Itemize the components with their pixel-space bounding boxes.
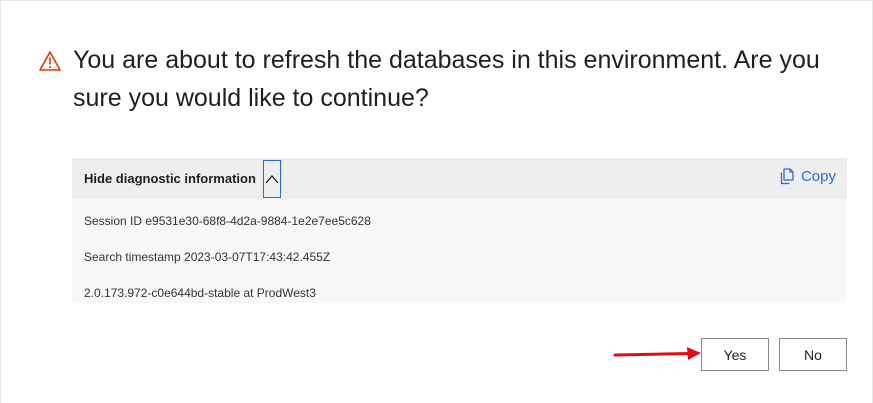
yes-button[interactable]: Yes <box>701 338 769 371</box>
diagnostic-toggle-button[interactable] <box>262 159 281 198</box>
red-arrow-icon <box>613 347 701 360</box>
warning-triangle-icon <box>39 51 61 71</box>
diagnostic-session-id: Session ID e9531e30-68f8-4d2a-9884-1e2e7… <box>84 214 371 228</box>
chevron-up-icon <box>265 174 279 183</box>
diagnostic-panel: Hide diagnostic information Copy Session… <box>72 158 847 303</box>
dialog-title: You are about to refresh the databases i… <box>73 46 820 112</box>
copy-button-label: Copy <box>800 168 836 185</box>
diagnostic-search-timestamp: Search timestamp 2023-03-07T17:43:42.455… <box>84 250 331 264</box>
refresh-confirm-dialog: You are about to refresh the databases i… <box>0 0 873 403</box>
copy-button[interactable]: Copy <box>780 168 836 185</box>
no-button[interactable]: No <box>779 338 847 371</box>
diagnostic-panel-header: Hide diagnostic information Copy <box>72 158 847 199</box>
copy-icon <box>780 168 794 185</box>
dialog-header: You are about to refresh the databases i… <box>39 41 859 117</box>
diagnostic-build-version: 2.0.173.972-c0e644bd-stable at ProdWest3 <box>84 286 316 300</box>
diagnostic-lines: Session ID e9531e30-68f8-4d2a-9884-1e2e7… <box>72 203 847 311</box>
diagnostic-toggle-label: Hide diagnostic information <box>84 171 256 186</box>
